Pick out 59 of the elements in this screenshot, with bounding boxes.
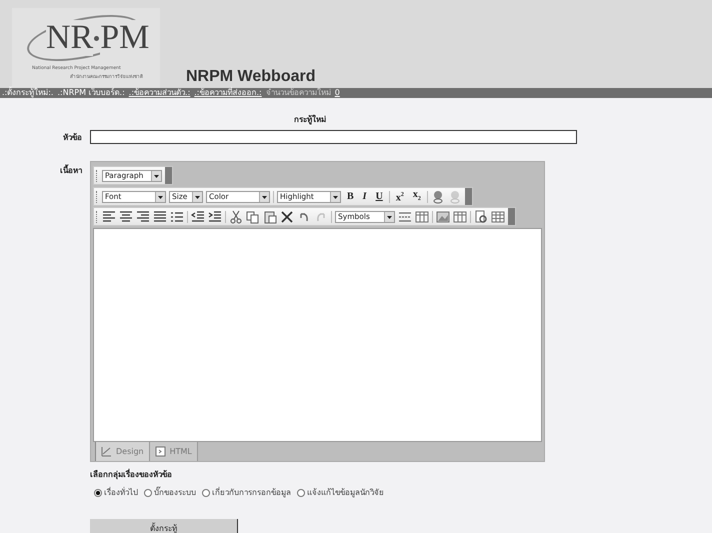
preview-icon[interactable] (474, 210, 488, 224)
toolbar-options-handle[interactable] (508, 208, 515, 225)
grid-icon[interactable] (491, 210, 505, 224)
group-label: เลือกกลุ่มเรื่องของหัวข้อ (90, 468, 173, 481)
toolbar-grip[interactable] (96, 170, 99, 182)
toolbar-grip[interactable] (96, 190, 99, 202)
superscript-button[interactable]: x$^{2}$ (392, 188, 407, 204)
dropdown-arrow-icon[interactable] (384, 212, 394, 222)
subscript-button[interactable]: x$_{2}$ (410, 188, 424, 204)
nav-link[interactable]: .:NRPM เว็บบอร์ด.: (57, 88, 125, 98)
radio-label[interactable]: บั๊กของระบบ (154, 486, 196, 499)
align-left-icon[interactable] (102, 210, 116, 224)
dropdown-arrow-icon[interactable] (155, 192, 165, 202)
nav-link[interactable]: .:ข้อความที่ส่งออก.: (194, 88, 262, 98)
justify-icon[interactable] (153, 210, 167, 224)
copy-icon[interactable] (246, 210, 260, 224)
subject-field[interactable] (90, 130, 577, 144)
toolbar-options-handle[interactable] (464, 188, 472, 205)
logo-text: PM (100, 20, 150, 56)
radio-button[interactable] (144, 488, 152, 496)
logo-text: NR (46, 20, 94, 56)
bullet-list-icon[interactable] (170, 210, 184, 224)
radio-label[interactable]: แจ้งแก้ไขข้อมูลนักวิจัย (307, 486, 384, 499)
radio-label[interactable]: เกี่ยวกับการกรอกข้อมูล (212, 486, 291, 499)
delete-icon[interactable] (280, 210, 294, 224)
radio-button[interactable] (297, 488, 305, 496)
align-right-icon[interactable] (136, 210, 150, 224)
align-center-icon[interactable] (119, 210, 133, 224)
nav-link[interactable]: .:ตั้งกระทู้ใหม่:. (2, 88, 54, 98)
submit-button[interactable]: ตั้งกระทู้ (90, 519, 238, 533)
bold-button[interactable]: B (344, 190, 357, 202)
html-page-icon (154, 446, 166, 457)
nav-link[interactable]: 0 (334, 88, 340, 98)
dropdown-arrow-icon[interactable] (192, 192, 202, 202)
dot-icon (94, 36, 100, 40)
field-label: เนื้อหา (59, 163, 83, 177)
horizontal-rule-icon[interactable] (398, 210, 412, 224)
outdent-icon[interactable] (191, 210, 205, 224)
italic-button[interactable]: I (360, 190, 370, 202)
image-icon[interactable] (436, 210, 450, 224)
dropdown-arrow-icon[interactable] (330, 192, 340, 202)
toolbar-options-handle[interactable] (165, 167, 172, 184)
site-title: NRPM Webboard (186, 68, 316, 86)
toolbar-grip[interactable] (96, 210, 99, 222)
underline-button[interactable]: U (372, 190, 386, 202)
form-title: กระทู้ใหม่ (293, 114, 327, 126)
dropdown-arrow-icon[interactable] (151, 170, 161, 180)
nav-link[interactable]: .:ข้อความส่วนตัว.: (128, 88, 190, 98)
table-icon[interactable] (453, 210, 467, 224)
paste-icon[interactable] (263, 210, 277, 224)
radio-button[interactable] (202, 488, 210, 496)
nav-text: จำนวนข้อความใหม่ (266, 88, 331, 98)
field-label: หัวข้อ (62, 132, 83, 144)
dropdown-arrow-icon[interactable] (259, 192, 269, 202)
table-icon[interactable] (415, 210, 429, 224)
scissors-icon[interactable] (229, 210, 243, 224)
radio-label[interactable]: เรื่องทั่วไป (104, 486, 138, 499)
radio-button[interactable] (94, 488, 102, 496)
indent-icon[interactable] (208, 210, 222, 224)
